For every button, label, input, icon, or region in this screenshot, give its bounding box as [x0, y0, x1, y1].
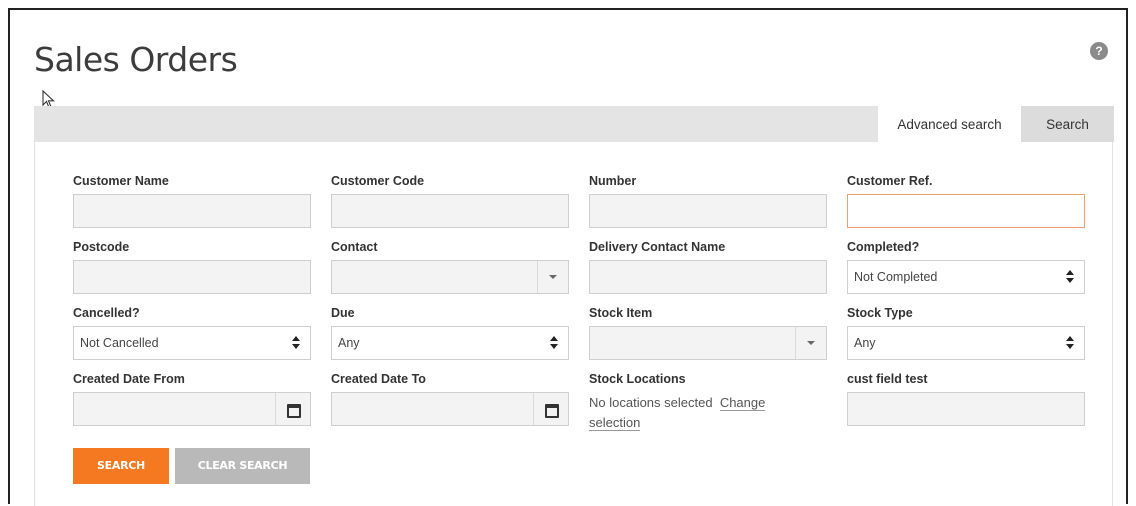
delivery-contact-name-label: Delivery Contact Name: [589, 240, 726, 254]
due-select[interactable]: Any: [331, 326, 569, 360]
stock-item-dropdown-icon[interactable]: [795, 327, 826, 359]
stock-type-value: Any: [854, 336, 876, 350]
created-date-to-label: Created Date To: [331, 372, 426, 386]
completed-select[interactable]: Not Completed: [847, 260, 1085, 294]
contact-label: Contact: [331, 240, 378, 254]
cancelled-label: Cancelled?: [73, 306, 140, 320]
calendar-icon: [545, 404, 559, 418]
calendar-button[interactable]: [533, 393, 568, 425]
tab-advanced-search[interactable]: Advanced search: [878, 106, 1021, 142]
select-updown-icon: [1066, 336, 1074, 350]
stock-locations-label: Stock Locations: [589, 372, 686, 386]
stock-type-select[interactable]: Any: [847, 326, 1085, 360]
customer-name-label: Customer Name: [73, 174, 169, 188]
select-updown-icon: [1066, 270, 1074, 284]
customer-code-input[interactable]: [331, 194, 569, 228]
cancelled-value: Not Cancelled: [80, 336, 159, 350]
select-updown-icon: [550, 336, 558, 350]
tab-search[interactable]: Search: [1021, 106, 1114, 142]
clear-search-button[interactable]: CLEAR SEARCH: [175, 448, 310, 484]
customer-code-label: Customer Code: [331, 174, 425, 188]
delivery-contact-name-input[interactable]: [589, 260, 827, 294]
app-window: Sales Orders ? Advanced search Search Cu…: [8, 8, 1128, 506]
change-selection-link-2[interactable]: selection: [589, 415, 641, 431]
search-button[interactable]: SEARCH: [73, 448, 169, 484]
completed-label: Completed?: [847, 240, 920, 254]
postcode-input[interactable]: [73, 260, 311, 294]
cust-field-test-label: cust field test: [847, 372, 928, 386]
due-label: Due: [331, 306, 355, 320]
stock-locations-value: No locations selected: [589, 395, 713, 410]
customer-ref-input[interactable]: [847, 194, 1085, 228]
number-label: Number: [589, 174, 637, 188]
advanced-search-panel: Customer Name Customer Code Number Custo…: [34, 142, 1113, 506]
created-date-from-input[interactable]: [73, 392, 311, 426]
contact-select[interactable]: [331, 260, 569, 294]
search-tab-bar: Advanced search Search: [34, 106, 1114, 142]
stock-type-label: Stock Type: [847, 306, 913, 320]
calendar-button[interactable]: [275, 393, 310, 425]
number-input[interactable]: [589, 194, 827, 228]
stock-item-label: Stock Item: [589, 306, 653, 320]
page-title: Sales Orders: [34, 40, 238, 79]
calendar-icon: [287, 404, 301, 418]
customer-ref-label: Customer Ref.: [847, 174, 933, 188]
due-value: Any: [338, 336, 360, 350]
cancelled-select[interactable]: Not Cancelled: [73, 326, 311, 360]
change-selection-link[interactable]: Change: [719, 395, 766, 411]
contact-dropdown-icon[interactable]: [537, 261, 568, 293]
stock-locations-summary: No locations selected Change selection: [589, 393, 829, 433]
created-date-to-input[interactable]: [331, 392, 569, 426]
customer-name-input[interactable]: [73, 194, 311, 228]
postcode-label: Postcode: [73, 240, 130, 254]
cust-field-test-input[interactable]: [847, 392, 1085, 426]
completed-value: Not Completed: [854, 270, 938, 284]
select-updown-icon: [292, 336, 300, 350]
created-date-from-label: Created Date From: [73, 372, 185, 386]
help-icon[interactable]: ?: [1090, 42, 1108, 60]
stock-item-select[interactable]: [589, 326, 827, 360]
